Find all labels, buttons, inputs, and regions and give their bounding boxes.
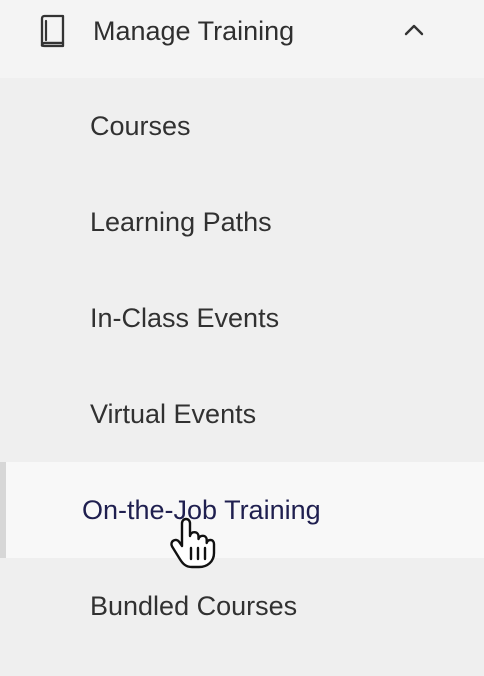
menu-item-learning-paths[interactable]: Learning Paths [0, 174, 484, 270]
menu-item-label: Courses [90, 111, 191, 141]
active-indicator [0, 462, 6, 558]
manage-training-section-header[interactable]: Manage Training [0, 0, 484, 78]
menu-item-bundled-courses[interactable]: Bundled Courses [0, 558, 484, 654]
section-title: Manage Training [93, 16, 295, 46]
menu-item-in-class-events[interactable]: In-Class Events [0, 270, 484, 366]
menu-item-label: Virtual Events [90, 399, 257, 429]
menu-item-label: Learning Paths [90, 207, 272, 237]
menu-item-virtual-events[interactable]: Virtual Events [0, 366, 484, 462]
manage-training-sidebar: Manage Training Courses Learning Paths I… [0, 0, 484, 676]
menu-item-courses[interactable]: Courses [0, 78, 484, 174]
menu-item-label: Bundled Courses [90, 591, 298, 621]
menu-item-label: On-the-Job Training [82, 495, 321, 525]
book-icon [38, 14, 66, 48]
chevron-up-icon[interactable] [401, 19, 427, 39]
menu-item-on-the-job-training[interactable]: On-the-Job Training [0, 462, 484, 558]
menu-item-label: In-Class Events [90, 303, 280, 333]
